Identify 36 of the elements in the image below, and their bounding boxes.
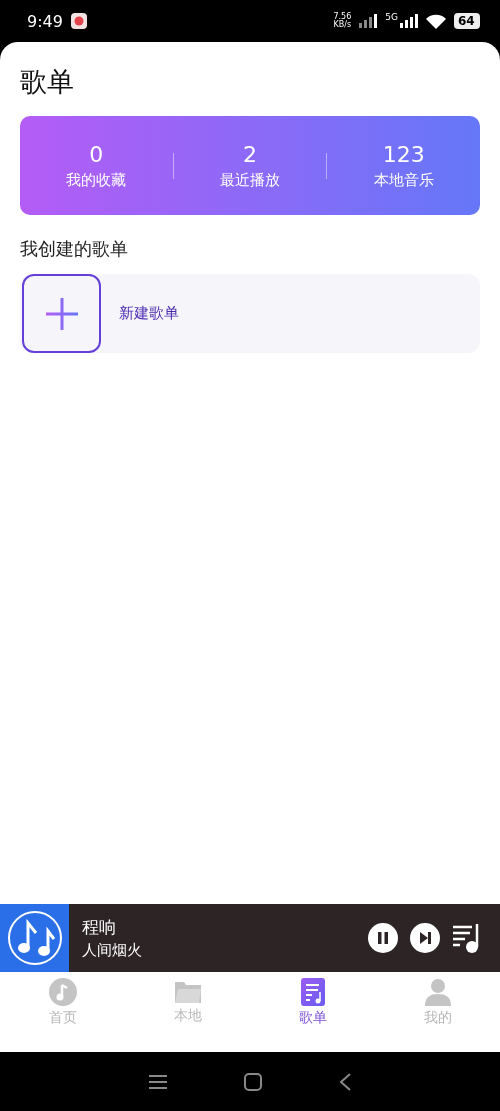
signal-icon — [359, 14, 378, 28]
mini-player[interactable]: 程响 人间烟火 — [0, 904, 500, 972]
tab[interactable]: 歌单 — [250, 978, 375, 1052]
stat-item[interactable]: 0 我的收藏 — [20, 141, 173, 190]
playlist-icon[interactable] — [452, 923, 480, 953]
tab[interactable]: 首页 — [0, 978, 125, 1052]
battery-indicator: 64 — [454, 13, 480, 29]
page-title: 歌单 — [20, 65, 75, 99]
song-title: 人间烟火 — [82, 941, 143, 960]
add-button[interactable] — [22, 274, 101, 353]
music-note-icon — [5, 909, 64, 967]
pause-icon — [377, 932, 389, 944]
section-title: 我创建的歌单 — [20, 237, 129, 261]
clock: 9:49 — [27, 11, 63, 31]
wifi-icon — [426, 13, 446, 29]
next-button[interactable] — [410, 923, 440, 953]
back-icon[interactable] — [339, 1072, 352, 1091]
tab[interactable]: 本地 — [125, 978, 250, 1052]
stat-item[interactable]: 2 最近播放 — [173, 141, 327, 190]
home-icon[interactable] — [244, 1072, 262, 1091]
plus-icon — [43, 295, 80, 332]
network-type: 5G — [385, 12, 398, 22]
stat-item[interactable]: 123 本地音乐 — [327, 141, 480, 190]
create-playlist-row[interactable]: 新建歌单 — [20, 274, 480, 353]
signal-icon — [400, 14, 418, 28]
app-notification-icon — [70, 13, 87, 29]
music-note-icon — [48, 978, 77, 1006]
play-pause-button[interactable] — [368, 923, 398, 953]
network-speed: 7.56 KB/s — [333, 13, 352, 29]
playlist-icon — [300, 978, 325, 1006]
next-icon — [418, 931, 432, 945]
person-icon — [424, 978, 451, 1006]
tab[interactable]: 我的 — [375, 978, 500, 1052]
menu-icon[interactable] — [148, 1074, 167, 1089]
artist-name: 程响 — [82, 916, 117, 939]
create-playlist-label: 新建歌单 — [119, 304, 179, 323]
